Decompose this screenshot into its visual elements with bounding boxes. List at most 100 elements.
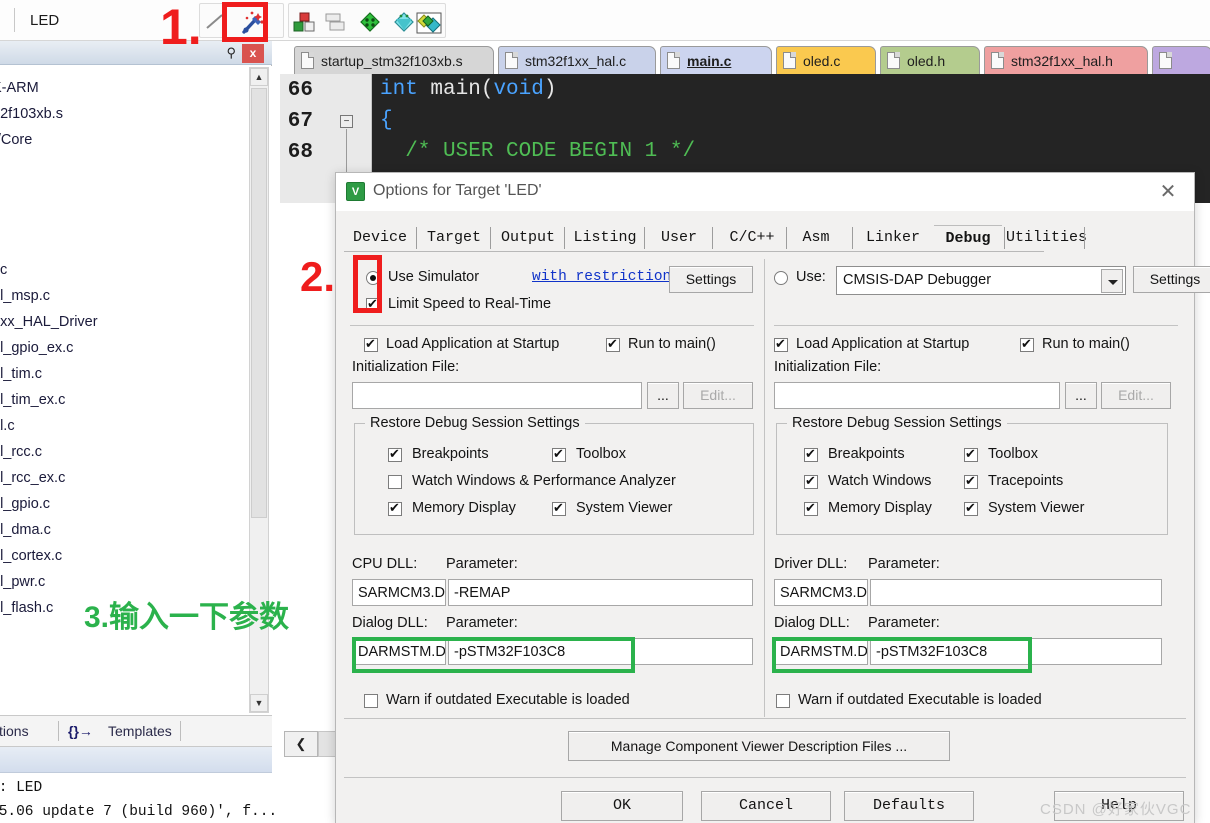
with-restrictions-link[interactable]: with restrictions xyxy=(532,269,680,285)
chevron-down-icon[interactable] xyxy=(1101,269,1123,293)
scroll-left-icon[interactable]: ❮ xyxy=(284,731,318,757)
tracepoints-label-right[interactable]: Tracepoints xyxy=(988,473,1063,489)
cpu-param-input[interactable]: -REMAP xyxy=(448,579,753,606)
tree-item[interactable]: al_gpio_ex.c xyxy=(0,340,73,356)
tree-item[interactable]: al_gpio.c xyxy=(0,496,50,512)
scrollbar-thumb[interactable] xyxy=(251,88,267,518)
load-app-checkbox-right[interactable] xyxy=(774,336,788,352)
use-debugger-radio[interactable] xyxy=(774,271,788,285)
watch-windows-checkbox-left[interactable] xyxy=(388,475,402,489)
init-file-browse-button-right[interactable]: ... xyxy=(1065,382,1097,409)
tree-item[interactable]: al_pwr.c xyxy=(0,574,45,590)
system-viewer-label-right[interactable]: System Viewer xyxy=(988,500,1084,516)
tab-listing[interactable]: Listing xyxy=(566,225,644,251)
ok-button[interactable]: OK xyxy=(561,791,683,821)
tab-device[interactable]: Device xyxy=(344,225,416,251)
memory-display-label-left[interactable]: Memory Display xyxy=(412,500,516,516)
debugger-settings-button[interactable]: Settings xyxy=(1133,266,1210,293)
tab-linker[interactable]: Linker xyxy=(856,225,930,251)
system-viewer-checkbox-left[interactable] xyxy=(552,500,566,516)
tab-asm[interactable]: Asm xyxy=(788,225,844,251)
cpu-dll-input[interactable]: SARMCM3.DLL xyxy=(352,579,446,606)
tree-item[interactable]: al_tim.c xyxy=(0,366,42,382)
tree-item[interactable]: 1xx_HAL_Driver xyxy=(0,314,98,330)
tab-target[interactable]: Target xyxy=(418,225,490,251)
tab-cpp[interactable]: C/C++ xyxy=(718,225,786,251)
load-app-label-right[interactable]: Load Application at Startup xyxy=(796,336,969,352)
breakpoints-checkbox-left[interactable] xyxy=(388,446,402,462)
tracepoints-checkbox-right[interactable] xyxy=(964,473,978,489)
run-to-main-checkbox-right[interactable] xyxy=(1020,336,1034,352)
use-debugger-label[interactable]: Use: xyxy=(796,269,826,285)
memory-display-checkbox-right[interactable] xyxy=(804,500,818,516)
system-viewer-label-left[interactable]: System Viewer xyxy=(576,500,672,516)
limit-speed-label[interactable]: Limit Speed to Real-Time xyxy=(388,296,551,312)
system-viewer-checkbox-right[interactable] xyxy=(964,500,978,516)
driver-dll-input[interactable]: SARMCM3.DLL xyxy=(774,579,868,606)
warn-outdated-checkbox-left[interactable] xyxy=(364,694,378,708)
pack-installer-green-icon[interactable] xyxy=(357,10,387,39)
tree-item[interactable]: K-ARM xyxy=(0,80,39,96)
toolbox-label-left[interactable]: Toolbox xyxy=(576,446,626,462)
toolbox-checkbox-right[interactable] xyxy=(964,446,978,462)
cancel-button[interactable]: Cancel xyxy=(701,791,831,821)
editor-tab-hal-c[interactable]: stm32f1xx_hal.c xyxy=(498,46,656,75)
pin-icon[interactable]: ⚲ xyxy=(226,45,236,61)
warn-outdated-label-left[interactable]: Warn if outdated Executable is loaded xyxy=(386,692,630,708)
run-to-main-checkbox-left[interactable] xyxy=(606,336,620,352)
memory-display-checkbox-left[interactable] xyxy=(388,500,402,516)
tree-item[interactable]: al_rcc_ex.c xyxy=(0,470,65,486)
tree-item[interactable]: al_cortex.c xyxy=(0,548,62,564)
warn-outdated-checkbox-right[interactable] xyxy=(776,694,790,708)
simulator-settings-button[interactable]: Settings xyxy=(669,266,753,293)
pack-installer-mixed-icon[interactable] xyxy=(415,10,445,39)
editor-tab-oled-h[interactable]: oled.h xyxy=(880,46,980,75)
tab-debug[interactable]: Debug xyxy=(934,225,1002,251)
tree-item[interactable]: r/Core xyxy=(0,132,32,148)
tree-item[interactable]: 32f103xb.s xyxy=(0,106,63,122)
editor-tab-main-c[interactable]: main.c xyxy=(660,46,772,75)
watch-windows-label-left[interactable]: Watch Windows & Performance Analyzer xyxy=(412,473,676,489)
tree-item[interactable]: al_rcc.c xyxy=(0,444,42,460)
debugger-select[interactable]: CMSIS-DAP Debugger xyxy=(836,266,1126,295)
tab-functions[interactable]: ctions xyxy=(0,723,29,739)
driver-param-input[interactable] xyxy=(870,579,1162,606)
watch-windows-label-right[interactable]: Watch Windows xyxy=(828,473,931,489)
fold-collapse-icon[interactable]: − xyxy=(340,115,353,128)
breakpoints-label-right[interactable]: Breakpoints xyxy=(828,446,905,462)
load-app-label-left[interactable]: Load Application at Startup xyxy=(386,336,559,352)
editor-tab-overflow[interactable] xyxy=(1152,46,1210,75)
manage-component-viewer-button[interactable]: Manage Component Viewer Description File… xyxy=(568,731,950,761)
editor-tab-oled-c[interactable]: oled.c xyxy=(776,46,876,75)
breakpoints-label-left[interactable]: Breakpoints xyxy=(412,446,489,462)
multi-project-icon[interactable] xyxy=(323,10,353,39)
close-icon[interactable]: ✕ xyxy=(1156,181,1180,205)
run-to-main-label-right[interactable]: Run to main() xyxy=(1042,336,1130,352)
editor-tab-startup[interactable]: startup_stm32f103xb.s xyxy=(294,46,494,75)
tree-item[interactable]: al_flash.c xyxy=(0,600,53,616)
memory-display-label-right[interactable]: Memory Display xyxy=(828,500,932,516)
use-simulator-label[interactable]: Use Simulator xyxy=(388,269,479,285)
tree-item[interactable]: al.c xyxy=(0,418,15,434)
run-to-main-label-left[interactable]: Run to main() xyxy=(628,336,716,352)
tab-output[interactable]: Output xyxy=(492,225,564,251)
warn-outdated-label-right[interactable]: Warn if outdated Executable is loaded xyxy=(798,692,1042,708)
load-app-checkbox-left[interactable] xyxy=(364,336,378,352)
toolbox-checkbox-left[interactable] xyxy=(552,446,566,462)
breakpoints-checkbox-right[interactable] xyxy=(804,446,818,462)
init-file-input-left[interactable] xyxy=(352,382,642,409)
tree-item[interactable]: t.c xyxy=(0,262,7,278)
tree-item[interactable]: al_msp.c xyxy=(0,288,50,304)
tab-templates[interactable]: Templates xyxy=(108,723,172,739)
toolbox-label-right[interactable]: Toolbox xyxy=(988,446,1038,462)
defaults-button[interactable]: Defaults xyxy=(844,791,974,821)
tab-user[interactable]: User xyxy=(646,225,712,251)
editor-tab-hal-h[interactable]: stm32f1xx_hal.h xyxy=(984,46,1148,75)
tree-item[interactable]: al_tim_ex.c xyxy=(0,392,65,408)
manage-components-icon[interactable] xyxy=(291,10,321,39)
tab-utilities[interactable]: Utilities xyxy=(1006,225,1087,251)
watch-windows-checkbox-right[interactable] xyxy=(804,473,818,489)
scroll-up-icon[interactable]: ▲ xyxy=(250,68,268,86)
init-file-browse-button-left[interactable]: ... xyxy=(647,382,679,409)
tree-item[interactable]: al_dma.c xyxy=(0,522,51,538)
